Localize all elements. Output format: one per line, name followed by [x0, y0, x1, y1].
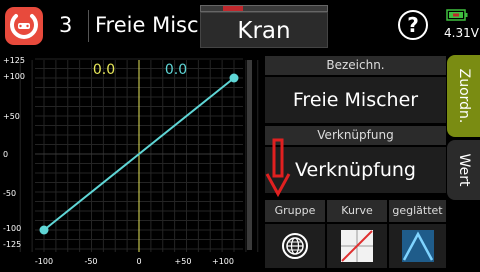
- curve-graph-canvas: [19, 58, 259, 252]
- x-tick-label: -100: [34, 257, 54, 266]
- x-tick-label: +50: [174, 257, 192, 266]
- name-field-button[interactable]: Freie Mischer: [265, 77, 446, 123]
- phase-indicator-bar: [200, 5, 328, 12]
- input-value: 0.0: [92, 62, 116, 78]
- graph-scrollbar[interactable]: [247, 60, 252, 250]
- tab-wert[interactable]: Wert: [447, 140, 480, 200]
- ring-logo-icon: [10, 14, 38, 39]
- globe-icon: [282, 233, 308, 259]
- curve-point[interactable]: [229, 73, 239, 83]
- x-tick-label: +100: [212, 257, 234, 266]
- y-tick-label: -125: [3, 240, 22, 249]
- curve-button[interactable]: [327, 224, 387, 268]
- output-value: 0.0: [164, 62, 188, 78]
- y-tick-label: +50: [3, 112, 20, 121]
- battery-voltage: 4.31V: [444, 26, 479, 40]
- arrow-down-icon: [265, 138, 291, 198]
- x-tick-label: -50: [84, 257, 98, 266]
- y-tick-label: +100: [3, 72, 25, 81]
- curve-label: Kurve: [327, 200, 387, 222]
- battery-icon: [446, 9, 468, 21]
- flight-phase-button[interactable]: Kran: [200, 12, 328, 48]
- model-name: Freie Misc..: [95, 13, 212, 37]
- y-tick-label: +125: [3, 56, 25, 65]
- tab-wert-label: Wert: [455, 153, 472, 187]
- flight-phase-label: Kran: [237, 18, 291, 44]
- group-button[interactable]: [265, 224, 325, 268]
- smoothed-label: geglättet: [389, 200, 446, 222]
- top-bar: 3 Freie Misc.. Kran ? 4.31V: [0, 0, 480, 52]
- model-name-button[interactable]: Freie Misc..: [88, 10, 212, 42]
- phase-indicator-active: [223, 6, 243, 11]
- curve-icon: [341, 230, 373, 262]
- y-tick-label: -50: [3, 189, 17, 198]
- group-label: Gruppe: [265, 200, 325, 222]
- model-number: 3: [59, 13, 73, 37]
- tab-zuordnung[interactable]: Zuordn.: [447, 55, 480, 137]
- y-tick-label: 0: [3, 150, 9, 159]
- name-field-label: Bezeichn.: [265, 56, 446, 75]
- main-menu-button[interactable]: [5, 7, 43, 45]
- curve-point[interactable]: [39, 225, 49, 235]
- triangle-icon: [402, 230, 434, 262]
- curve-graph[interactable]: 0.0 0.0 +125 +100 +50 0 -50 -100 -125 -1…: [0, 52, 262, 272]
- smoothing-button[interactable]: [389, 224, 446, 268]
- tab-zuordnung-label: Zuordn.: [455, 68, 472, 124]
- x-tick-label: 0: [136, 257, 142, 266]
- y-tick-label: -100: [3, 224, 22, 233]
- help-button[interactable]: ?: [398, 10, 428, 40]
